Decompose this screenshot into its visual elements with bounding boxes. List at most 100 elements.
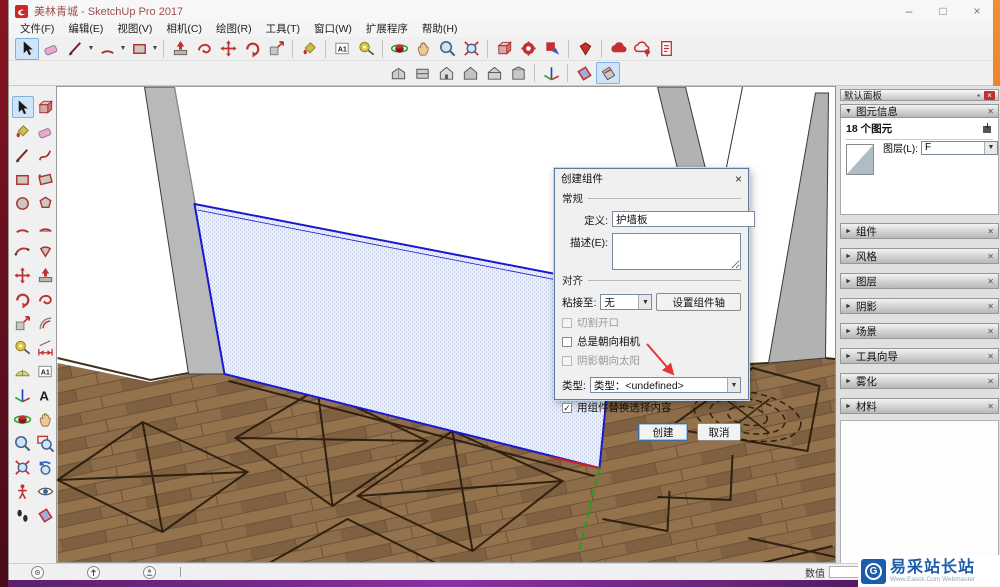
panel-section-雾化[interactable]: ►雾化✕	[840, 373, 999, 389]
tool-move-icon[interactable]	[216, 38, 240, 60]
tool-two-point-arc-icon[interactable]	[35, 216, 57, 238]
tool-push-pull-icon[interactable]	[35, 264, 57, 286]
face-camera-checkbox[interactable]	[562, 337, 572, 347]
tool-three-point-arc-icon[interactable]	[12, 240, 34, 262]
tool-axes-icon[interactable]	[12, 384, 34, 406]
tool-zoom-window-icon[interactable]	[35, 432, 57, 454]
credits-icon[interactable]	[87, 566, 100, 579]
glue-to-select[interactable]: 无 ▼	[600, 294, 652, 310]
advanced-attributes-icon[interactable]	[982, 123, 993, 134]
tool-text-icon[interactable]: A1	[35, 360, 57, 382]
tool-pie-icon[interactable]	[35, 240, 57, 262]
pin-icon[interactable]: ▪	[977, 91, 980, 100]
cut-opening-checkbox[interactable]	[562, 318, 572, 328]
definition-input[interactable]	[612, 211, 755, 227]
tool-generate-report-icon[interactable]	[654, 38, 678, 60]
tool-paint-bucket-icon[interactable]	[297, 38, 321, 60]
tool-zoom-extents-icon[interactable]	[459, 38, 483, 60]
panel-section-工具向导[interactable]: ►工具向导✕	[840, 348, 999, 364]
tool-look-around-icon[interactable]	[35, 480, 57, 502]
tool-select-icon[interactable]	[15, 38, 39, 60]
tool-rectangle-icon[interactable]	[12, 168, 34, 190]
tool-line-icon[interactable]	[63, 38, 87, 60]
menu-item-1[interactable]: 文件(F)	[13, 22, 61, 37]
tool-circle-icon[interactable]	[12, 192, 34, 214]
section-close-icon[interactable]: ✕	[987, 277, 994, 286]
section-close-icon[interactable]: ✕	[987, 227, 994, 236]
view-axes-icon[interactable]	[539, 62, 563, 84]
layer-select[interactable]: F ▼	[921, 141, 998, 155]
tool-line-icon[interactable]	[12, 144, 34, 166]
view-left-view-icon[interactable]	[506, 62, 530, 84]
panel-section-阴影[interactable]: ►阴影✕	[840, 298, 999, 314]
tool-scale-icon[interactable]	[264, 38, 288, 60]
tool-rotate-icon[interactable]	[240, 38, 264, 60]
tool-dimension-icon[interactable]	[35, 336, 57, 358]
panel-section-图层[interactable]: ►图层✕	[840, 273, 999, 289]
tool-pan-icon[interactable]	[35, 408, 57, 430]
description-input[interactable]	[612, 233, 741, 270]
tool-move-icon[interactable]	[12, 264, 34, 286]
tool-make-component-icon[interactable]	[492, 38, 516, 60]
menu-item-3[interactable]: 视图(V)	[110, 22, 159, 37]
section-close-icon[interactable]: ✕	[987, 327, 994, 336]
menu-item-4[interactable]: 相机(C)	[159, 22, 209, 37]
tool-model-info-icon[interactable]	[573, 38, 597, 60]
tool-rotated-rectangle-icon[interactable]	[35, 168, 57, 190]
tool-scale-icon[interactable]	[12, 312, 34, 334]
tool-eraser-icon[interactable]	[39, 38, 63, 60]
view-iso-view-icon[interactable]	[386, 62, 410, 84]
default-panel-header[interactable]: 默认面板 ▪ ×	[840, 89, 999, 101]
tool-make-component-icon[interactable]	[35, 96, 57, 118]
tool-tape-measure-icon[interactable]	[12, 336, 34, 358]
geolocation-icon[interactable]	[31, 566, 44, 579]
view-section-display-icon[interactable]	[596, 62, 620, 84]
panel-section-材料[interactable]: ►材料✕	[840, 398, 999, 414]
tool-follow-me-icon[interactable]	[35, 288, 57, 310]
close-button[interactable]: ×	[971, 4, 983, 18]
view-section-plane-icon[interactable]	[572, 62, 596, 84]
type-select[interactable]: 类型：<undefined> ▼	[590, 377, 741, 393]
section-close-icon[interactable]: ✕	[987, 302, 994, 311]
section-close-icon[interactable]: ✕	[987, 352, 994, 361]
measurements-input[interactable]	[829, 566, 861, 578]
tool-rotate-icon[interactable]	[12, 288, 34, 310]
menu-item-2[interactable]: 编辑(E)	[61, 22, 110, 37]
tool-text-icon[interactable]: A1	[330, 38, 354, 60]
tool-section-plane-icon[interactable]	[35, 504, 57, 526]
panel-section-组件[interactable]: ►组件✕	[840, 223, 999, 239]
tool-zoom-icon[interactable]	[435, 38, 459, 60]
tool-position-camera-icon[interactable]	[12, 480, 34, 502]
tool-previous-view-icon[interactable]	[35, 456, 57, 478]
tool-offset-icon[interactable]	[35, 312, 57, 334]
section-close-icon[interactable]: ✕	[987, 252, 994, 261]
tool-select-icon[interactable]	[12, 96, 34, 118]
minimize-button[interactable]: –	[903, 4, 915, 18]
menu-item-5[interactable]: 绘图(R)	[209, 22, 259, 37]
account-icon[interactable]	[143, 566, 156, 579]
tool-zoom-extents-icon[interactable]	[12, 456, 34, 478]
menu-item-9[interactable]: 帮助(H)	[415, 22, 465, 37]
tool-shapes-icon[interactable]	[127, 38, 151, 60]
tool-tape-measure-icon[interactable]	[354, 38, 378, 60]
cancel-button[interactable]: 取消	[697, 423, 741, 441]
replace-selection-checkbox[interactable]: ✓	[562, 403, 572, 413]
tool-polygon-icon[interactable]	[35, 192, 57, 214]
tool-arc-dropdown-icon[interactable]: ▼	[119, 38, 127, 60]
tool-arc-icon[interactable]	[12, 216, 34, 238]
menu-item-8[interactable]: 扩展程序	[359, 22, 415, 37]
view-top-view-icon[interactable]	[410, 62, 434, 84]
view-right-view-icon[interactable]	[458, 62, 482, 84]
section-close-icon[interactable]: ✕	[987, 107, 994, 116]
tool-zoom-icon[interactable]	[12, 432, 34, 454]
menu-item-7[interactable]: 窗口(W)	[307, 22, 359, 37]
panel-section-风格[interactable]: ►风格✕	[840, 248, 999, 264]
tool-send-to-layout-icon[interactable]	[540, 38, 564, 60]
panel-section-场景[interactable]: ►场景✕	[840, 323, 999, 339]
tool-3d-warehouse-icon[interactable]	[606, 38, 630, 60]
tool-orbit-icon[interactable]	[387, 38, 411, 60]
maximize-button[interactable]: □	[937, 4, 949, 18]
dialog-close-icon[interactable]: ×	[735, 173, 742, 185]
tool-arc-icon[interactable]	[95, 38, 119, 60]
view-front-view-icon[interactable]	[434, 62, 458, 84]
